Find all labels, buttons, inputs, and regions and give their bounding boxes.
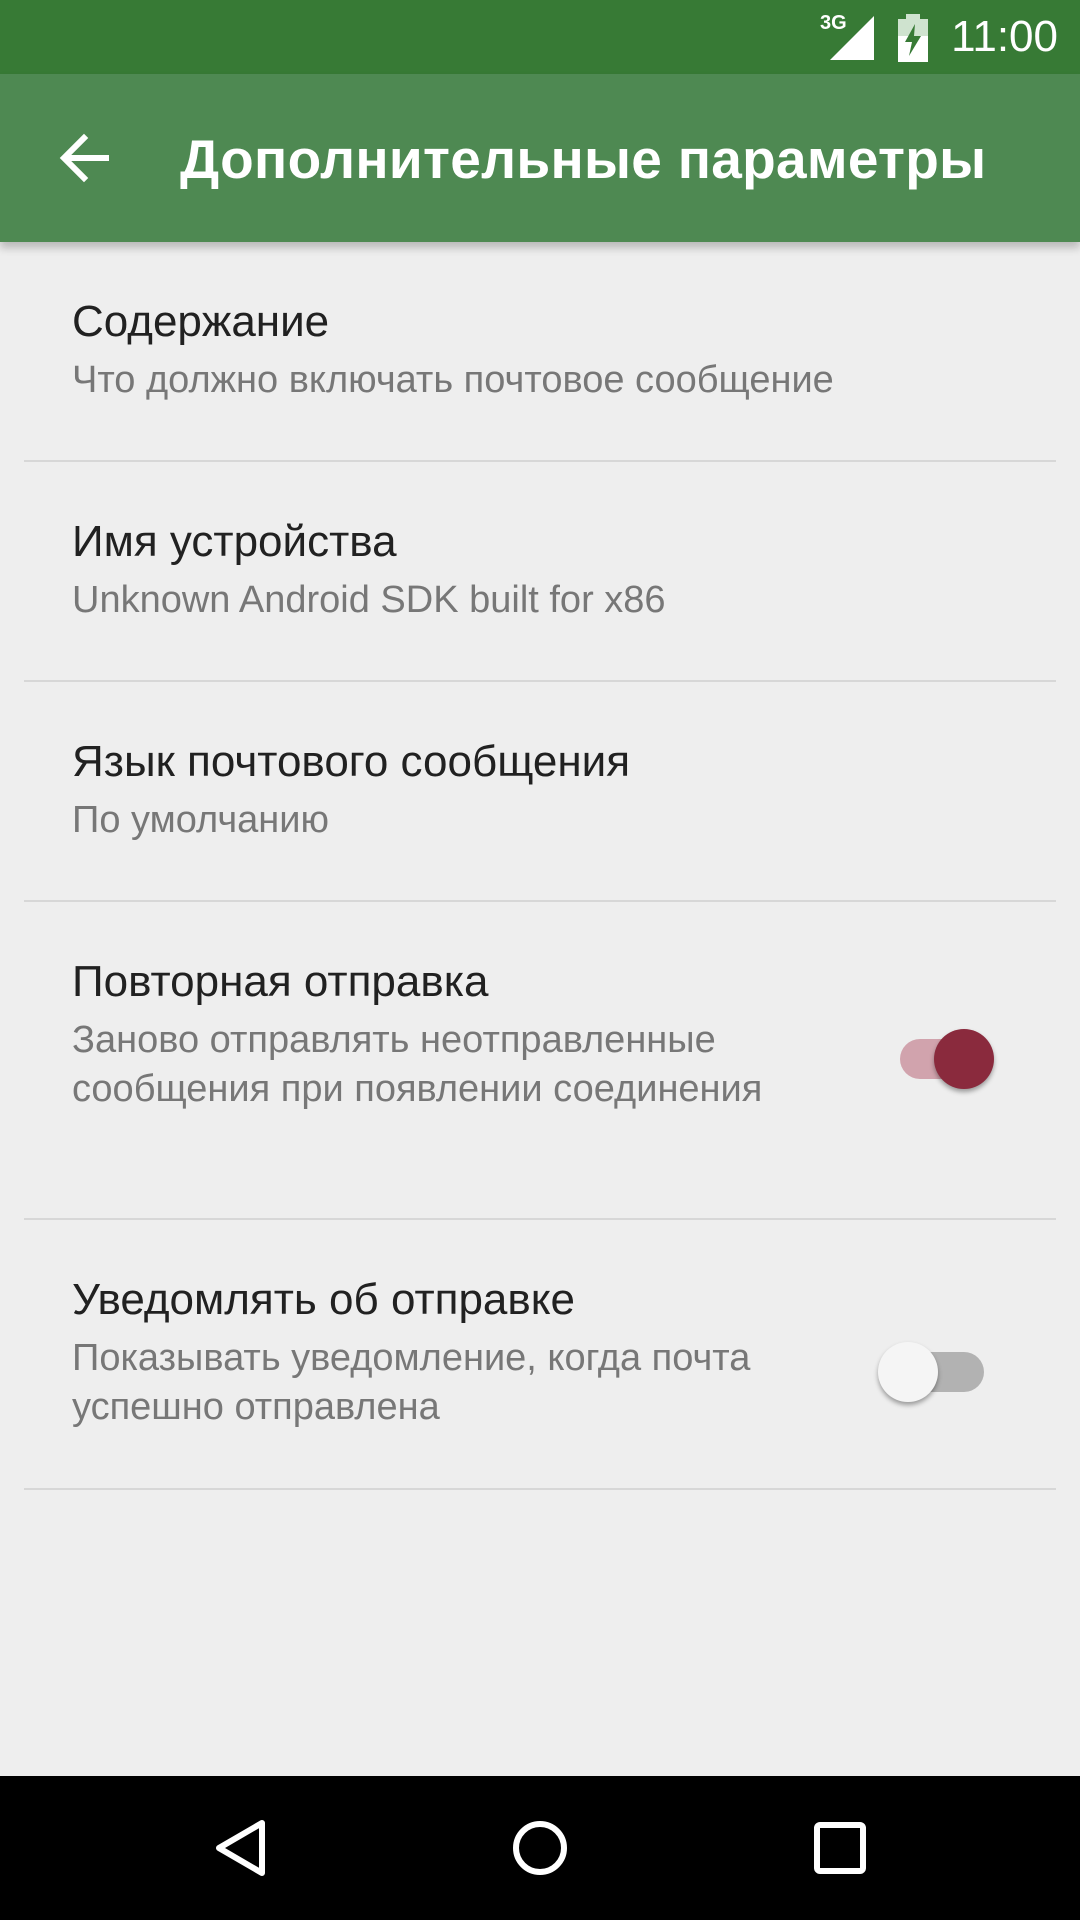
status-bar: 3G 11:00: [0, 0, 1080, 74]
toggle-thumb: [878, 1342, 938, 1402]
settings-list: Содержание Что должно включать почтовое …: [0, 242, 1080, 1490]
nav-home-button[interactable]: [460, 1776, 620, 1920]
setting-summary: По умолчанию: [72, 799, 329, 841]
setting-summary: Заново отправлять неотправленные сообщен…: [72, 1019, 763, 1110]
setting-title: Содержание: [72, 297, 330, 346]
resend-toggle[interactable]: [890, 1023, 1000, 1089]
setting-summary: Показывать уведомление, когда почта успе…: [72, 1337, 751, 1428]
back-button[interactable]: [44, 118, 124, 198]
nav-recents-button[interactable]: [760, 1776, 920, 1920]
setting-resend[interactable]: Повторная отправка Заново отправлять нео…: [24, 902, 1056, 1220]
navigation-bar: [0, 1776, 1080, 1920]
setting-title: Уведомлять об отправке: [72, 1275, 575, 1324]
setting-summary: Unknown Android SDK built for x86: [72, 579, 666, 621]
setting-title: Имя устройства: [72, 517, 397, 566]
setting-message-language[interactable]: Язык почтового сообщения По умолчанию: [24, 682, 1056, 902]
setting-notify-sent[interactable]: Уведомлять об отправке Показывать уведом…: [24, 1220, 1056, 1490]
notify-toggle[interactable]: [876, 1336, 986, 1402]
setting-summary: Что должно включать почтовое сообщение: [72, 359, 834, 401]
nav-back-button[interactable]: [160, 1776, 320, 1920]
back-triangle-icon: [216, 1820, 265, 1876]
battery-charging-icon: [898, 14, 928, 62]
page-title: Дополнительные параметры: [180, 128, 987, 190]
signal-icon: [830, 16, 874, 60]
recents-square-icon: [814, 1822, 866, 1874]
setting-title: Язык почтового сообщения: [72, 737, 631, 786]
toggle-thumb: [934, 1029, 994, 1089]
setting-device-name[interactable]: Имя устройства Unknown Android SDK built…: [24, 462, 1056, 682]
arrow-back-icon: [59, 133, 109, 183]
status-clock: 11:00: [951, 12, 1058, 61]
home-circle-icon: [513, 1821, 567, 1875]
setting-title: Повторная отправка: [72, 957, 489, 1006]
setting-content[interactable]: Содержание Что должно включать почтовое …: [24, 242, 1056, 462]
app-bar: Дополнительные параметры: [0, 74, 1080, 242]
